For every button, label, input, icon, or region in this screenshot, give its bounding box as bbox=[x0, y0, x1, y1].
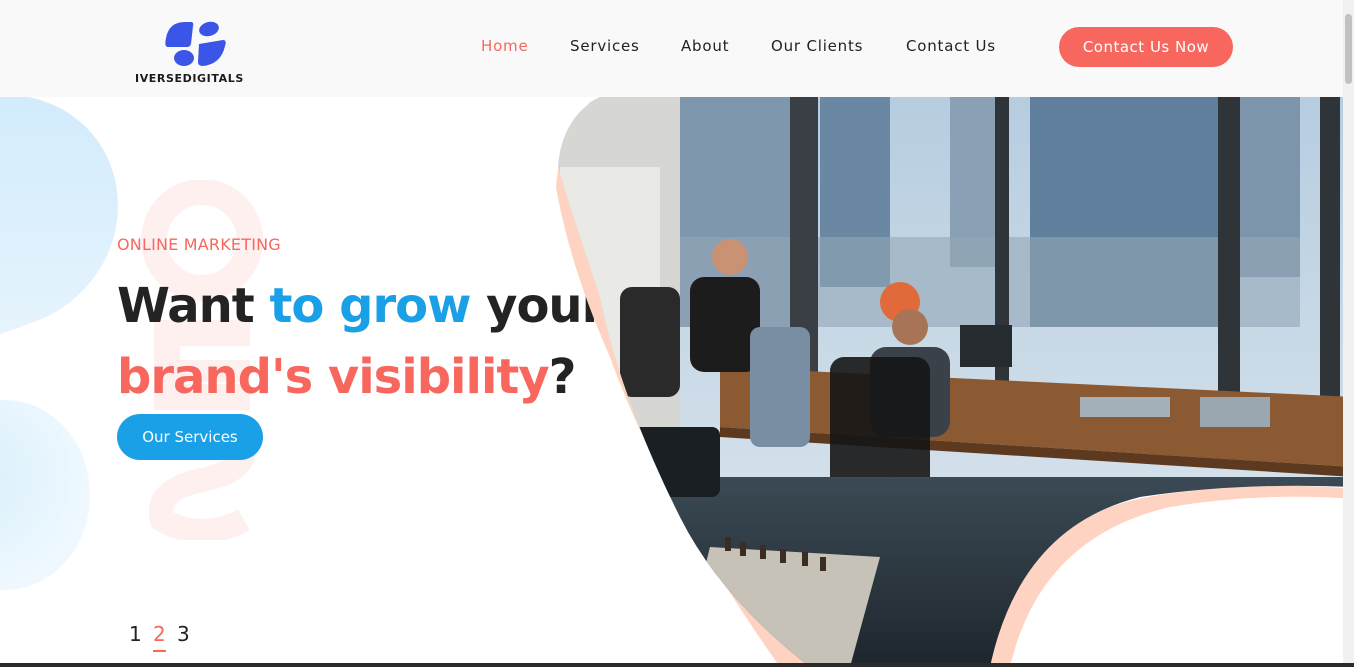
page: IVERSEDIGITALS Home Services About Our C… bbox=[0, 0, 1354, 667]
scrollbar-thumb[interactable] bbox=[1345, 14, 1352, 84]
contact-us-now-button[interactable]: Contact Us Now bbox=[1059, 27, 1233, 67]
site-header: IVERSEDIGITALS Home Services About Our C… bbox=[0, 0, 1354, 97]
nav-our-clients[interactable]: Our Clients bbox=[771, 37, 863, 55]
hero-headline-line1: Want to grow your bbox=[117, 277, 605, 335]
brand-name: IVERSEDIGITALS bbox=[135, 72, 244, 85]
decor-blob-bottom-left bbox=[0, 400, 90, 590]
headline-highlight-visibility: brand's visibility bbox=[117, 349, 550, 405]
pager-page-1[interactable]: 1 bbox=[129, 622, 142, 646]
nav-about[interactable]: About bbox=[681, 37, 729, 55]
brand-logo[interactable]: IVERSEDIGITALS bbox=[135, 20, 260, 86]
headline-highlight-grow: to grow bbox=[269, 278, 471, 334]
headline-word-want: Want bbox=[117, 278, 270, 334]
nav-home[interactable]: Home bbox=[481, 37, 529, 55]
pager-page-2[interactable]: 2 bbox=[153, 622, 166, 652]
logo-icon bbox=[165, 21, 226, 66]
nav-contact-us[interactable]: Contact Us bbox=[906, 37, 996, 55]
bottom-edge-strip bbox=[0, 663, 1354, 667]
hero-office-photo bbox=[556, 97, 1354, 667]
our-services-button[interactable]: Our Services bbox=[117, 414, 263, 460]
hero-headline-line2: brand's visibility? bbox=[117, 348, 576, 406]
hero-eyebrow: ONLINE MARKETING bbox=[117, 235, 281, 254]
pager-page-3[interactable]: 3 bbox=[177, 622, 190, 646]
nav-services[interactable]: Services bbox=[570, 37, 640, 55]
page-scrollbar[interactable] bbox=[1343, 0, 1354, 667]
